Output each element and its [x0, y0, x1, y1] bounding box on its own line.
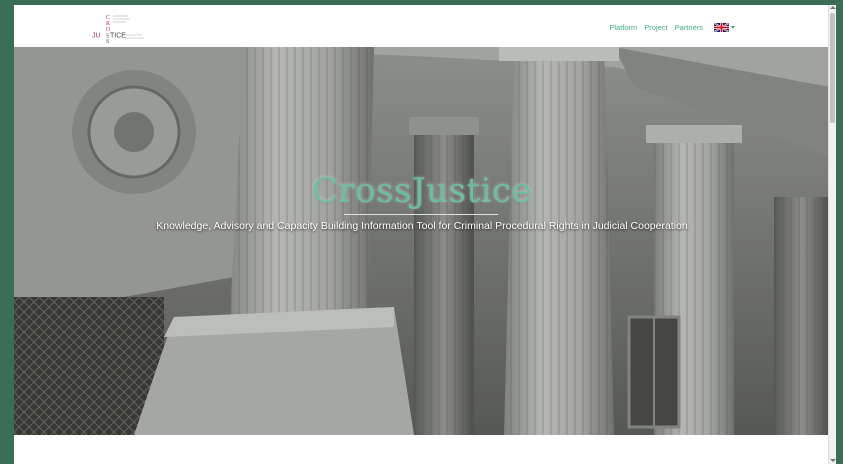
scroll-down-icon[interactable]	[830, 459, 836, 462]
hero-banner: CrossJustice Knowledge, Advisory and Cap…	[14, 47, 830, 435]
nav-item-project[interactable]: Project	[644, 23, 667, 32]
courthouse-columns-image	[14, 47, 830, 435]
page-content-start	[14, 435, 830, 464]
navbar: C R O S S JU TICE Platform Project Partn…	[14, 5, 830, 47]
svg-text:TICE: TICE	[110, 33, 126, 40]
nav-item-platform[interactable]: Platform	[609, 23, 637, 32]
browser-page: C R O S S JU TICE Platform Project Partn…	[8, 5, 836, 464]
scroll-up-icon[interactable]	[830, 6, 836, 9]
logo-text: JU	[92, 33, 101, 40]
language-selector[interactable]	[714, 23, 735, 32]
logo-letter-s2: S	[106, 39, 109, 43]
hero-title: CrossJustice	[311, 171, 533, 211]
nav-item-partners[interactable]: Partners	[675, 23, 703, 32]
hero-subtitle: Knowledge, Advisory and Capacity Buildin…	[156, 220, 688, 232]
nav-menu: Platform Project Partners	[609, 23, 735, 32]
chevron-down-icon	[731, 26, 735, 29]
scrollbar-thumb[interactable]	[830, 13, 835, 123]
hero-divider	[344, 214, 498, 215]
vertical-scrollbar[interactable]	[828, 5, 836, 464]
crossjustice-logo[interactable]: C R O S S JU TICE	[80, 13, 150, 45]
uk-flag-icon	[714, 23, 729, 32]
